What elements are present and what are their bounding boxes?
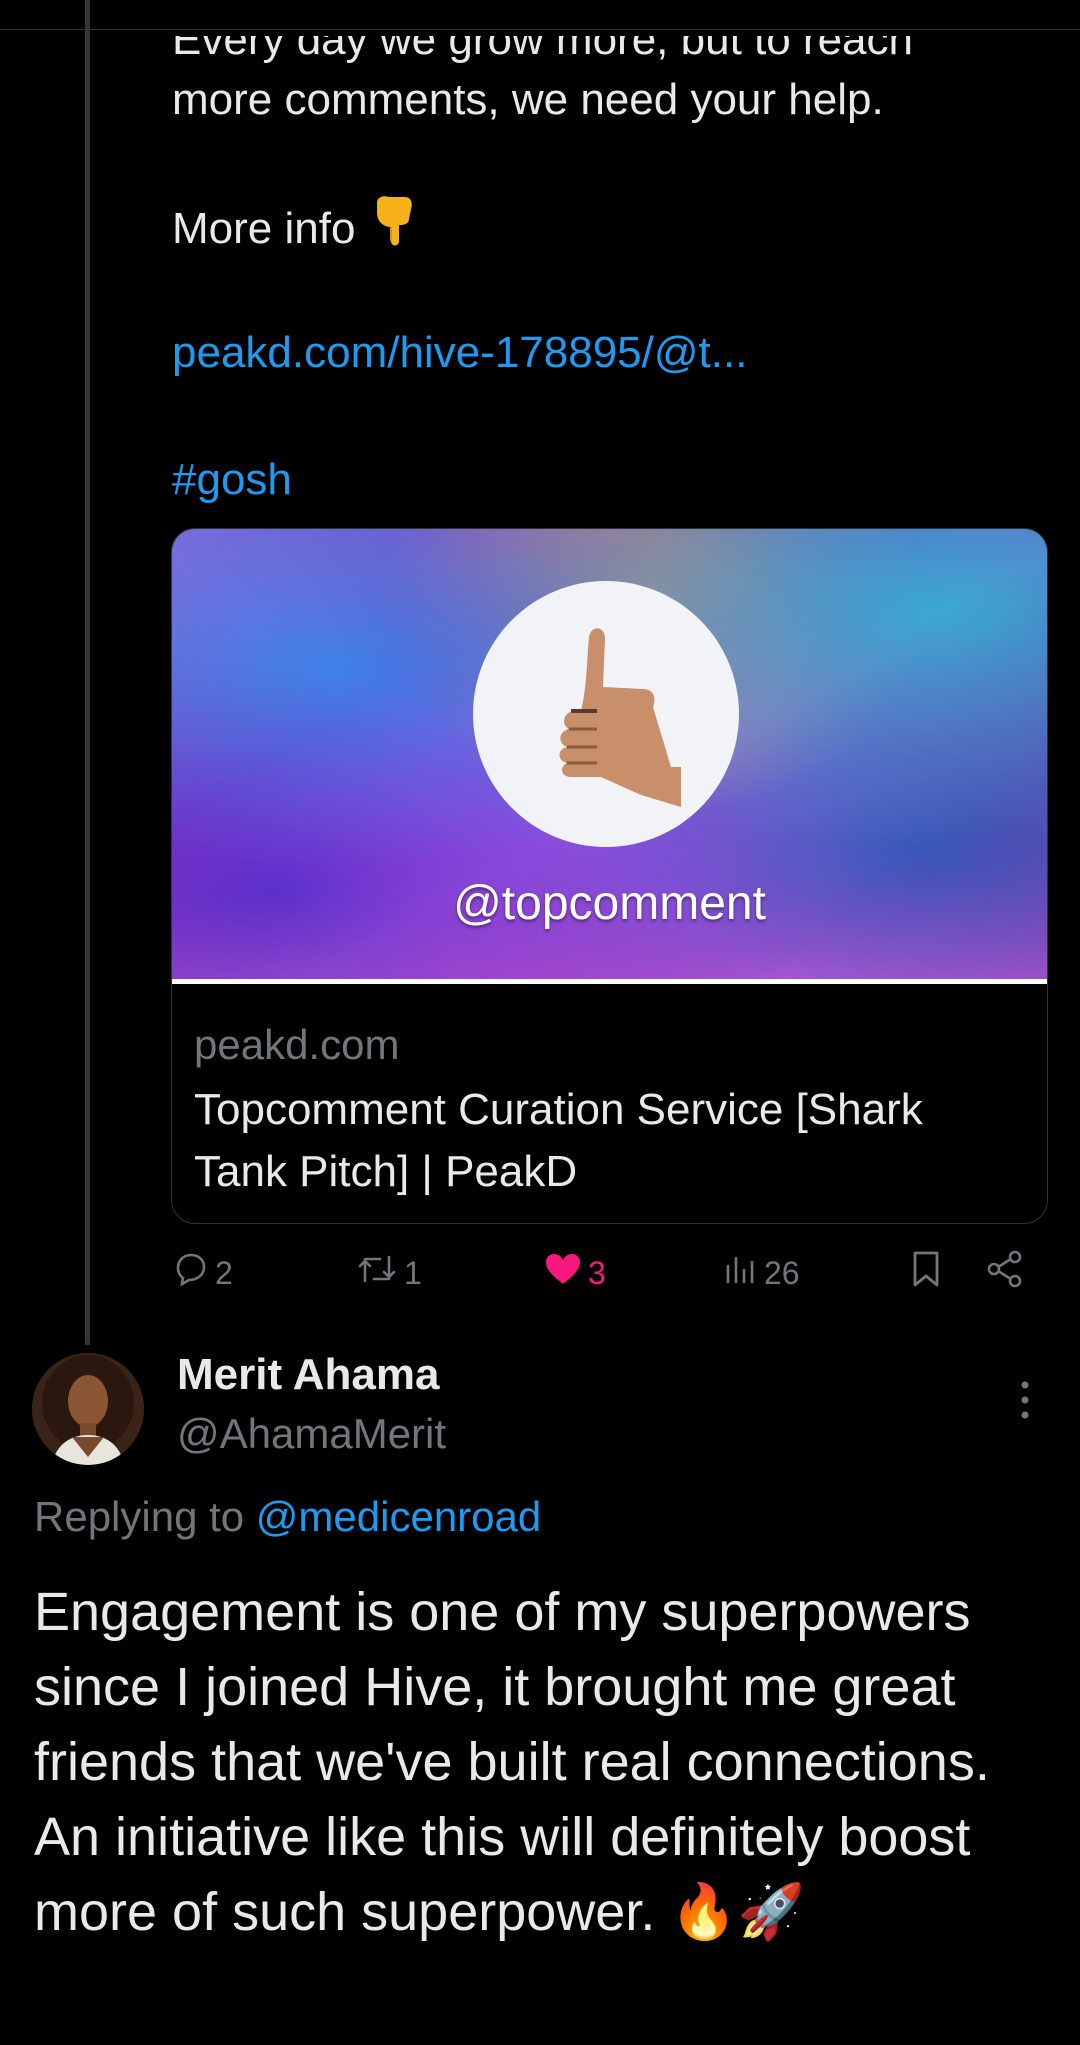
replying-to-line: Replying to @medicenroad xyxy=(34,1493,541,1541)
reply-author-name[interactable]: Merit Ahama xyxy=(177,1350,439,1400)
views-button[interactable]: 26 xyxy=(724,1245,800,1301)
reply-author-handle[interactable]: @AhamaMerit xyxy=(177,1410,446,1458)
card-logo-circle xyxy=(473,581,739,847)
card-domain: peakd.com xyxy=(194,1021,400,1068)
more-options-icon[interactable] xyxy=(1010,1375,1040,1425)
tweet-text-line: more comments, we need your help. xyxy=(172,75,884,124)
retweet-count: 1 xyxy=(404,1254,422,1291)
thumbs-up-icon xyxy=(531,617,681,812)
card-image: @topcomment xyxy=(172,529,1047,984)
reply-text: Engagement is one of my superpowers sinc… xyxy=(34,1582,990,1942)
bookmark-icon xyxy=(909,1250,943,1296)
views-icon xyxy=(724,1252,758,1294)
more-info-line: More info xyxy=(172,193,1052,265)
card-title: Topcomment Curation Service [Shark Tank … xyxy=(194,1085,923,1196)
replying-to-mention[interactable]: @medicenroad xyxy=(256,1493,541,1540)
tweet-link[interactable]: peakd.com/hive-178895/@t... xyxy=(172,323,1052,383)
retweet-button[interactable]: 1 xyxy=(356,1245,422,1301)
card-image-divider xyxy=(172,979,1047,984)
top-divider xyxy=(0,29,1080,30)
thread-connector-line xyxy=(85,0,90,1345)
pointing-down-icon xyxy=(369,193,417,265)
more-info-label: More info xyxy=(172,204,356,253)
reply-button[interactable]: 2 xyxy=(173,1245,233,1301)
like-count: 3 xyxy=(588,1254,606,1291)
like-button[interactable]: 3 xyxy=(544,1245,606,1301)
tweet-text-line-clipped: Every day we grow more, but to reach xyxy=(172,15,913,64)
replying-to-label: Replying to xyxy=(34,1493,245,1540)
card-image-handle: @topcomment xyxy=(453,877,766,930)
retweet-icon xyxy=(356,1251,398,1295)
share-button[interactable] xyxy=(985,1245,1025,1301)
heart-icon xyxy=(544,1252,582,1294)
hashtag-link[interactable]: #gosh xyxy=(172,450,1052,510)
link-preview-card[interactable]: @topcomment peakd.com Topcomment Curatio… xyxy=(171,528,1048,1224)
avatar[interactable] xyxy=(32,1353,144,1465)
share-icon xyxy=(985,1249,1025,1297)
bookmark-button[interactable] xyxy=(909,1245,943,1301)
reply-count: 2 xyxy=(215,1254,233,1291)
reply-icon xyxy=(173,1251,209,1295)
views-count: 26 xyxy=(764,1254,800,1291)
tweet-action-bar: 2 1 3 26 xyxy=(0,1245,1080,1301)
